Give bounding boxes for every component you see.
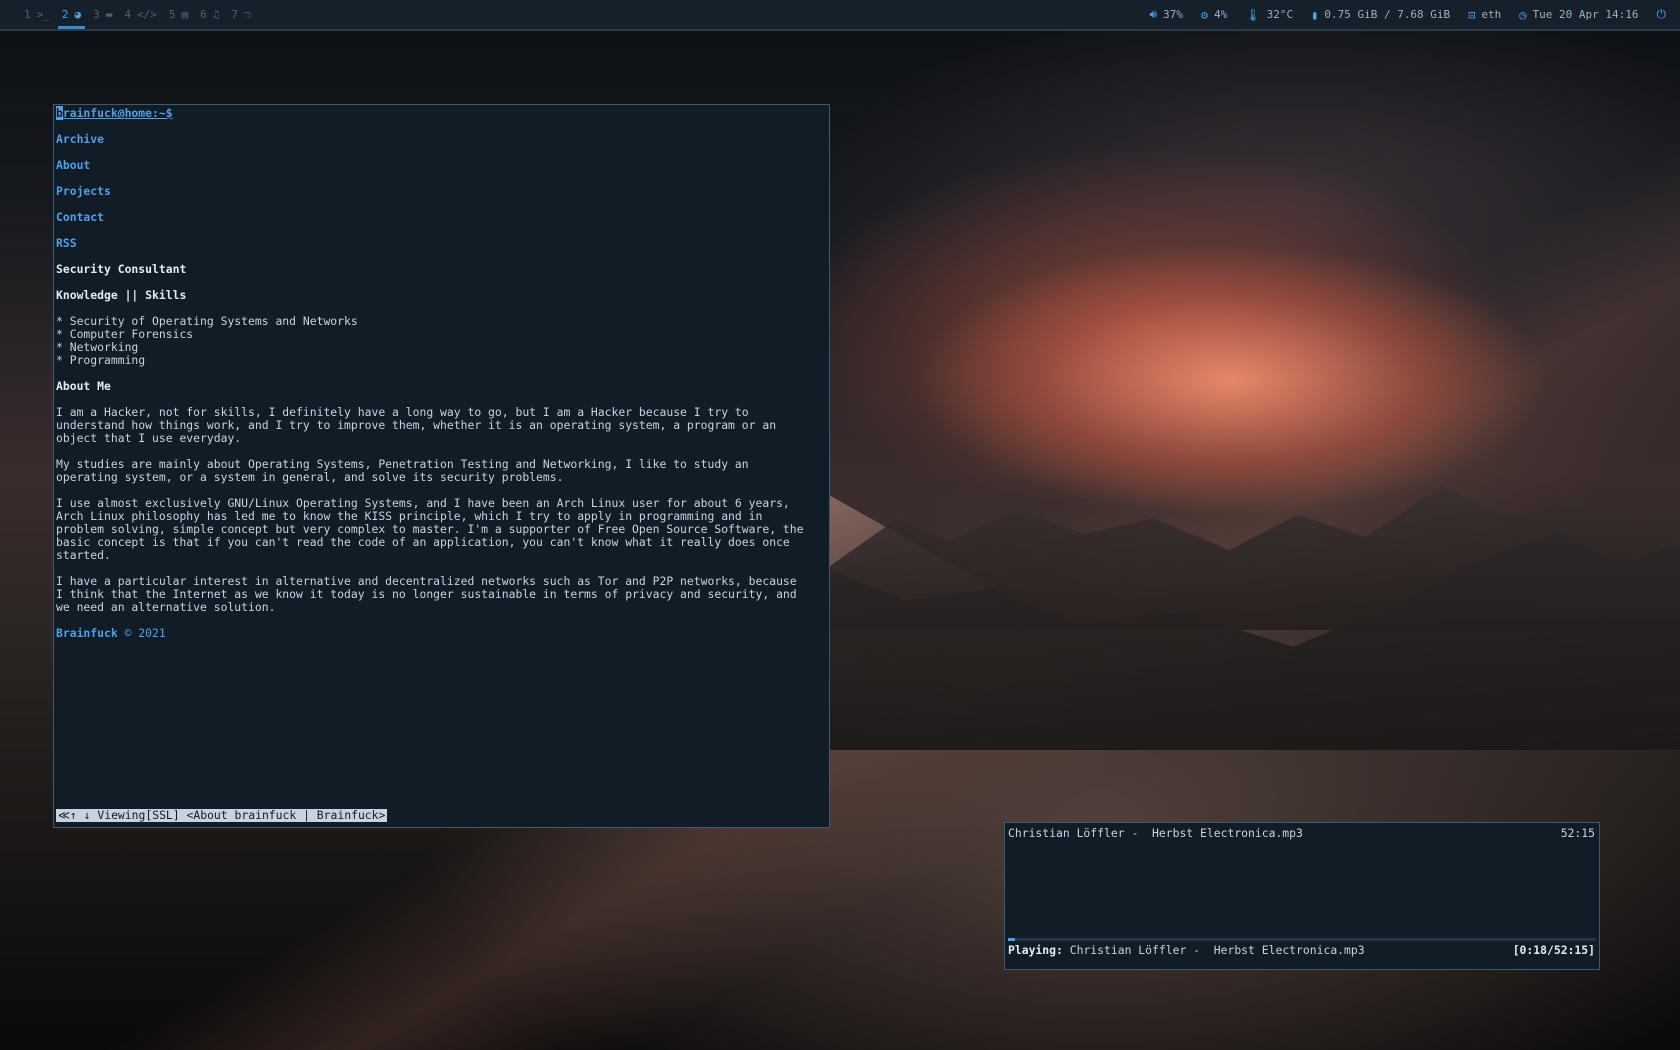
thermometer-icon: 🌡︎ (1245, 7, 1261, 22)
progress-bar[interactable] (1008, 938, 1596, 941)
workspace-7[interactable]: 7 ❐ (225, 0, 256, 29)
track-title[interactable]: Christian Löffler - Herbst Electronica.m… (1008, 826, 1303, 840)
track-duration: 52:15 (1560, 826, 1595, 840)
memory-status: ▮ 0.75 GiB / 7.68 GiB (1311, 8, 1450, 22)
prompt-link[interactable]: brainfuck@home:~$ (56, 106, 173, 120)
music-player-window[interactable]: Christian Löffler - Herbst Electronica.m… (1004, 822, 1600, 970)
prompt-line: brainfuck@home:~$ (56, 106, 821, 120)
footer-name-link[interactable]: Brainfuck (56, 626, 118, 640)
terminal-icon: >_ (36, 8, 50, 21)
clock-value: Tue 20 Apr 14:16 (1532, 8, 1639, 21)
cpu-status: ⚙ 4% (1201, 8, 1227, 22)
skills-heading: Knowledge || Skills (56, 288, 187, 302)
volume-value: 37% (1163, 8, 1183, 21)
workspace-3[interactable]: 3 ▬ (87, 0, 118, 29)
workspace-1[interactable]: 1 >_ (18, 0, 56, 29)
workspace-4[interactable]: 4 </> (118, 0, 163, 29)
workspace-number: 1 (24, 8, 31, 21)
volume-icon: 🔊︎ (1149, 7, 1158, 21)
about-paragraph: I have a particular interest in alternat… (56, 574, 797, 614)
progress-fill (1008, 938, 1016, 941)
memory-value: 0.75 GiB / 7.68 GiB (1324, 8, 1451, 21)
workspace-number: 2 (61, 8, 69, 21)
temperature-value: 32°C (1266, 8, 1294, 21)
workspace-number: 4 (124, 8, 131, 21)
workspace-number: 3 (93, 8, 100, 21)
list-item: * Networking (56, 340, 139, 354)
workspace-number: 6 (200, 8, 207, 21)
clock-icon: ◷ (1519, 7, 1527, 22)
clock-status: ◷ Tue 20 Apr 14:16 (1519, 8, 1638, 22)
power-icon: ⏻ (1656, 7, 1667, 21)
about-paragraph: My studies are mainly about Operating Sy… (56, 457, 749, 484)
windows-icon: ❐ (244, 8, 251, 21)
browser-statusline: ≪↑ ↓ Viewing[SSL] <About brainfuck | Bra… (56, 808, 388, 822)
volume-status[interactable]: 🔊︎ 37% (1149, 7, 1182, 22)
footer-year: © 2021 (124, 626, 166, 640)
cpu-value: 4% (1214, 8, 1228, 21)
code-icon: </> (137, 8, 157, 21)
nav-link-about[interactable]: About (56, 158, 90, 172)
role-heading: Security Consultant (56, 262, 187, 276)
about-paragraph: I use almost exclusively GNU/Linux Opera… (56, 496, 804, 562)
about-paragraph: I am a Hacker, not for skills, I definit… (56, 405, 777, 445)
playing-label: Playing: (1008, 943, 1063, 957)
nav-link-rss[interactable]: RSS (56, 236, 77, 250)
cursor: b (56, 106, 63, 120)
page-footer: Brainfuck © 2021 (56, 627, 821, 640)
terminal-browser-window[interactable]: brainfuck@home:~$ Archive About Projects… (53, 104, 830, 828)
workspace-number: 5 (168, 8, 176, 21)
power-button[interactable]: ⏻ (1657, 7, 1667, 22)
book-icon: ▤ (181, 8, 189, 21)
nav-link-contact[interactable]: Contact (56, 210, 104, 224)
browser-icon: ◕ (74, 8, 82, 21)
cpu-icon: ⚙ (1200, 7, 1209, 22)
workspace-list: 1 >_ 2 ◕ 3 ▬ 4 </> 5 ▤ 6 ♫ 7 ❐ (0, 0, 257, 29)
status-area: 🔊︎ 37% ⚙ 4% 🌡︎ 32°C ▮ 0.75 GiB / 7.68 Gi… (1149, 7, 1680, 22)
nav-link-archive[interactable]: Archive (56, 132, 104, 146)
music-icon: ♫ (212, 8, 220, 21)
network-icon: ⊡ (1468, 7, 1476, 22)
about-heading: About Me (56, 379, 111, 393)
workspace-5[interactable]: 5 ▤ (163, 0, 194, 29)
now-playing-line: Playing: Christian Löffler - Herbst Elec… (1008, 943, 1365, 957)
nav-link-projects[interactable]: Projects (56, 184, 111, 198)
network-status: ⊡ eth (1468, 8, 1501, 22)
list-item: * Programming (56, 353, 146, 367)
top-bar: 1 >_ 2 ◕ 3 ▬ 4 </> 5 ▤ 6 ♫ 7 ❐ 🔊︎ 37% ⚙ 4% 🌡︎ 32°C ▮ … (0, 0, 1680, 31)
folder-icon: ▬ (105, 8, 113, 21)
playback-time: [0:18/52:15] (1512, 943, 1595, 957)
list-item: * Computer Forensics (56, 327, 194, 341)
workspace-number: 7 (231, 8, 238, 21)
workspace-2[interactable]: 2 ◕ (56, 0, 87, 29)
memory-icon: ▮ (1311, 7, 1319, 22)
browser-content: brainfuck@home:~$ Archive About Projects… (56, 106, 821, 640)
temperature-status: 🌡︎ 32°C (1245, 8, 1293, 22)
workspace-6[interactable]: 6 ♫ (194, 0, 225, 29)
playing-track: Christian Löffler - Herbst Electronica.m… (1069, 943, 1365, 957)
network-value: eth (1481, 8, 1502, 21)
